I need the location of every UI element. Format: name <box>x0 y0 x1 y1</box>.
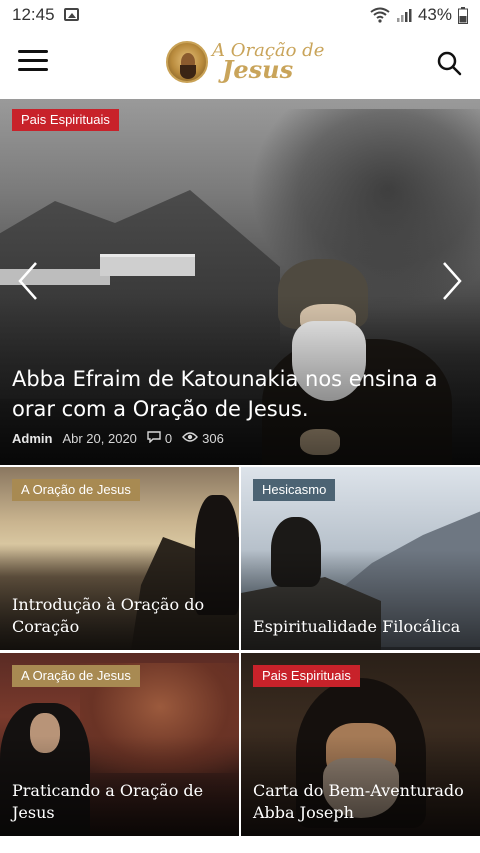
post-card-title[interactable]: Introdução à Oração do Coração <box>12 594 232 638</box>
app-logo[interactable]: A Oração de Jesus <box>166 41 324 83</box>
post-card[interactable]: A Oração de Jesus Praticando a Oração de… <box>0 653 239 836</box>
featured-post-title[interactable]: Abba Efraim de Katounakia nos ensina a o… <box>12 364 468 424</box>
logo-line2: Jesus <box>222 55 294 85</box>
christ-icon <box>166 41 208 83</box>
comment-count: 0 <box>164 431 173 446</box>
view-count: 306 <box>202 431 224 446</box>
post-author[interactable]: Admin <box>12 431 52 446</box>
battery-percent: 43% <box>417 5 452 24</box>
post-card[interactable]: A Oração de Jesus Introdução à Oração do… <box>0 467 239 650</box>
battery-icon <box>458 6 468 24</box>
chevron-left-icon <box>18 262 37 300</box>
chevron-right-icon <box>443 262 462 300</box>
category-badge[interactable]: A Oração de Jesus <box>12 665 140 687</box>
image-icon <box>64 8 79 21</box>
menu-icon-bar <box>18 50 48 53</box>
menu-button[interactable] <box>18 50 48 76</box>
post-card-title[interactable]: Praticando a Oração de Jesus <box>12 780 232 824</box>
slider-next-button[interactable] <box>436 259 466 303</box>
wifi-icon <box>370 7 390 23</box>
menu-icon-bar <box>18 68 48 71</box>
search-button[interactable] <box>436 50 462 76</box>
slider-prev-button[interactable] <box>14 259 44 303</box>
status-indicators: 43% <box>370 5 468 25</box>
comment-icon <box>147 431 161 446</box>
signal-icon <box>396 7 412 23</box>
status-bar: 12:45 43% <box>0 0 480 30</box>
app-bar: A Oração de Jesus <box>0 30 480 98</box>
post-meta: Admin Abr 20, 2020 0 306 <box>12 431 224 446</box>
search-icon <box>437 51 462 76</box>
eye-icon <box>182 431 199 446</box>
menu-icon-bar <box>18 59 48 62</box>
logo-text: A Oração de Jesus <box>212 41 324 85</box>
post-card[interactable]: Pais Espirituais Carta do Bem-Aventurado… <box>241 653 480 836</box>
post-date: Abr 20, 2020 <box>62 431 137 446</box>
category-badge[interactable]: Pais Espirituais <box>253 665 360 687</box>
bottom-strip <box>0 838 480 853</box>
post-card-title[interactable]: Espiritualidade Filocálica <box>253 616 473 638</box>
post-card-title[interactable]: Carta do Bem-Aventurado Abba Joseph <box>253 780 473 824</box>
hero-monastery <box>100 254 195 276</box>
featured-post[interactable]: Pais Espirituais Abba Efraim de Katounak… <box>0 99 480 465</box>
category-badge[interactable]: A Oração de Jesus <box>12 479 140 501</box>
status-time: 12:45 <box>12 5 55 24</box>
category-badge[interactable]: Pais Espirituais <box>12 109 119 131</box>
post-card[interactable]: Hesicasmo Espiritualidade Filocálica <box>241 467 480 650</box>
category-badge[interactable]: Hesicasmo <box>253 479 336 501</box>
